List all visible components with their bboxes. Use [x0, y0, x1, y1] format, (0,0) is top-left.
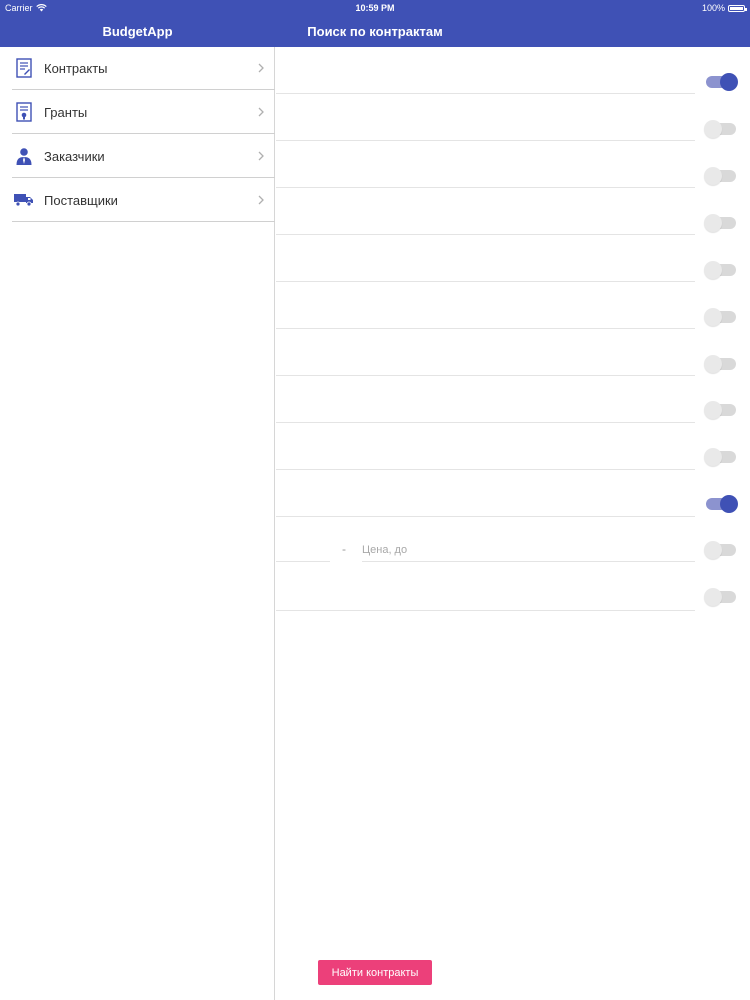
filter-toggle[interactable]	[704, 308, 736, 326]
page-title: Поиск по контрактам	[307, 24, 443, 39]
filter-toggle[interactable]	[704, 167, 736, 185]
toggle-knob	[704, 167, 722, 185]
price-from-field[interactable]	[276, 561, 330, 562]
filter-row[interactable]	[276, 282, 695, 329]
filter-toggle[interactable]	[704, 355, 736, 373]
sidebar-item-contracts[interactable]: Контракты	[12, 47, 275, 90]
filter-row[interactable]	[276, 329, 695, 376]
filter-toggle[interactable]	[706, 73, 738, 91]
toggle-knob	[704, 401, 722, 419]
toggle-knob	[704, 308, 722, 326]
supplier-truck-icon	[14, 189, 34, 211]
filter-row[interactable]	[276, 235, 695, 282]
sidebar-item-label: Контракты	[44, 60, 108, 76]
filter-row[interactable]	[276, 470, 695, 517]
filter-toggle[interactable]	[704, 261, 736, 279]
price-range-separator: -	[342, 542, 346, 556]
filter-toggle[interactable]	[706, 495, 738, 513]
toggle-knob	[720, 73, 738, 91]
contract-document-icon	[14, 57, 34, 79]
filter-row[interactable]	[276, 423, 695, 470]
filter-toggle[interactable]	[704, 588, 736, 606]
status-right: 100%	[701, 0, 747, 16]
filter-toggle[interactable]	[704, 541, 736, 559]
customer-person-icon	[14, 145, 34, 167]
sidebar-item-label: Заказчики	[44, 148, 105, 164]
toggle-knob	[704, 355, 722, 373]
filter-row[interactable]	[276, 141, 695, 188]
grant-certificate-icon	[14, 101, 34, 123]
chevron-right-icon	[258, 107, 264, 117]
sidebar-item-grants[interactable]: Гранты	[12, 91, 275, 134]
chevron-right-icon	[258, 63, 264, 73]
contract-search-form: -	[276, 47, 750, 1000]
app-title: BudgetApp	[102, 24, 173, 39]
sidebar-item-label: Гранты	[44, 104, 88, 120]
sidebar-item-label: Поставщики	[44, 192, 118, 208]
filter-row[interactable]	[276, 376, 695, 423]
filter-toggle[interactable]	[704, 214, 736, 232]
battery-percent: 100%	[701, 3, 725, 13]
filter-row[interactable]	[276, 47, 695, 94]
toggle-knob	[720, 495, 738, 513]
toggle-knob	[704, 588, 722, 606]
toggle-knob	[704, 214, 722, 232]
sidebar-item-suppliers[interactable]: Поставщики	[12, 179, 275, 222]
filter-toggle[interactable]	[704, 120, 736, 138]
navigation-bar: BudgetApp Поиск по контрактам	[0, 16, 750, 47]
chevron-right-icon	[258, 195, 264, 205]
toggle-knob	[704, 261, 722, 279]
toggle-knob	[704, 120, 722, 138]
filter-toggle[interactable]	[704, 448, 736, 466]
status-bar: Carrier 10:59 PM 100%	[0, 0, 750, 16]
find-contracts-button[interactable]: Найти контракты	[318, 960, 432, 985]
sidebar-item-customers[interactable]: Заказчики	[12, 135, 275, 178]
chevron-right-icon	[258, 151, 264, 161]
filter-row[interactable]	[276, 564, 695, 611]
battery-icon	[728, 4, 747, 12]
toggle-knob	[704, 448, 722, 466]
toggle-knob	[704, 541, 722, 559]
filter-row[interactable]	[276, 188, 695, 235]
filter-row[interactable]	[276, 94, 695, 141]
price-to-input[interactable]	[362, 539, 695, 562]
filter-toggle[interactable]	[704, 401, 736, 419]
status-time: 10:59 PM	[355, 3, 395, 13]
sidebar: Контракты Гранты Заказчики Поставщики	[0, 47, 275, 1000]
